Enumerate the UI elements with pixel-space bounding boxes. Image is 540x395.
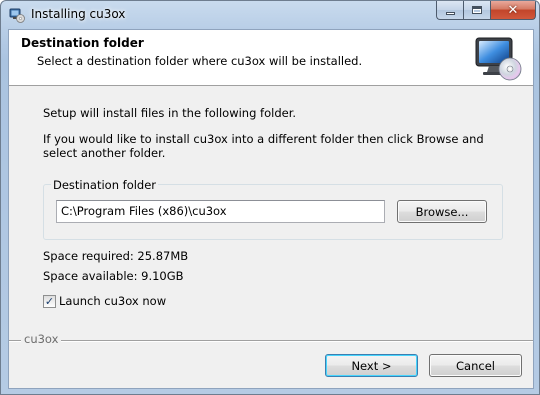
- page-title: Destination folder: [21, 36, 144, 50]
- close-button[interactable]: ✕: [490, 1, 536, 20]
- footer-divider-highlight: [9, 341, 533, 342]
- page-header: Destination folder Select a destination …: [9, 30, 533, 86]
- maximize-icon: [472, 6, 482, 14]
- launch-checkbox-label[interactable]: Launch cu3ox now: [59, 294, 166, 309]
- close-icon: ✕: [507, 2, 519, 18]
- browse-button[interactable]: Browse...: [397, 200, 487, 223]
- title-bar[interactable]: Installing cu3ox ✕: [1, 1, 539, 29]
- brand-label: cu3ox: [21, 332, 62, 346]
- install-intro-text: Setup will install files in the followin…: [43, 106, 297, 120]
- dialog-client-area: Destination folder Select a destination …: [8, 29, 534, 389]
- minimize-button[interactable]: [436, 1, 463, 20]
- installer-app-icon: [9, 8, 25, 23]
- destination-group-label: Destination folder: [51, 178, 159, 192]
- installer-window: Installing cu3ox ✕ Destination folder Se…: [0, 0, 540, 395]
- maximize-button[interactable]: [463, 1, 490, 20]
- page-subtitle: Select a destination folder where cu3ox …: [37, 54, 363, 68]
- instructions-line-2: select another folder.: [43, 146, 166, 160]
- instructions-line-1: If you would like to install cu3ox into …: [43, 132, 484, 146]
- window-title: Installing cu3ox: [31, 7, 126, 21]
- space-available-text: Space available: 9.10GB: [43, 269, 184, 283]
- space-required-text: Space required: 25.87MB: [43, 249, 189, 263]
- caption-buttons: ✕: [436, 1, 536, 20]
- cancel-button[interactable]: Cancel: [429, 354, 522, 377]
- next-button[interactable]: Next >: [325, 354, 418, 377]
- launch-checkbox[interactable]: ✓: [43, 295, 56, 308]
- destination-path-input[interactable]: C:\Program Files (x86)\cu3ox: [56, 200, 385, 223]
- checkmark-icon: ✓: [44, 295, 55, 308]
- monitor-cd-icon: [475, 37, 522, 81]
- minimize-icon: [445, 11, 455, 15]
